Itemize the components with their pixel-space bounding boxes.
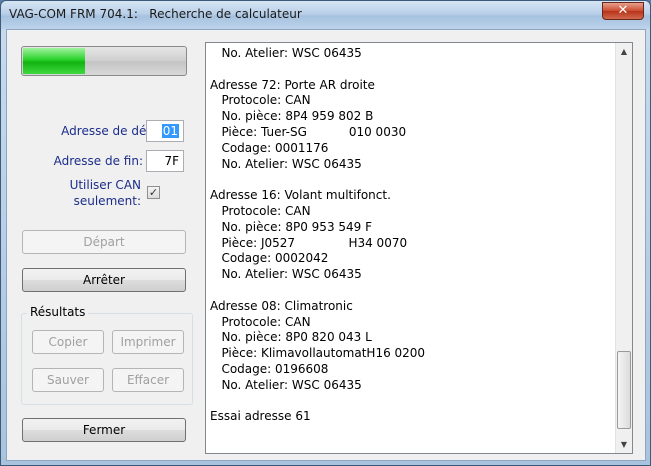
scroll-up-arrow-icon[interactable]: ▲ [616, 43, 632, 60]
results-line: Adresse 72: Porte AR droite [210, 77, 375, 92]
results-line [210, 62, 615, 78]
results-line [210, 394, 615, 410]
results-line: Codage: 0001176 [210, 140, 329, 155]
scroll-thumb[interactable] [617, 351, 631, 429]
results-line: Pièce: Tuer-SG 010 0030 [210, 124, 407, 139]
progress-fill [23, 48, 86, 74]
start-button[interactable]: Départ [22, 230, 186, 254]
scroll-down-arrow-icon[interactable]: ▼ [616, 436, 632, 453]
results-line: Protocole: CAN [210, 93, 311, 108]
start-address-input[interactable]: 01 [146, 120, 184, 142]
results-line: Protocole: CAN [210, 203, 311, 218]
results-textbox[interactable]: No. Atelier: WSC 06435 Adresse 72: Porte… [205, 42, 633, 454]
main-window: VAG-COM FRM 704.1: Recherche de calculat… [0, 0, 651, 466]
results-line: No. pièce: 8P0 953 549 F [210, 219, 373, 234]
results-text: No. Atelier: WSC 06435 Adresse 72: Porte… [210, 46, 615, 425]
check-icon: ✓ [148, 186, 159, 199]
results-line: Pièce: J0527 H34 0070 [210, 235, 408, 250]
results-line: No. pièce: 8P0 820 043 L [210, 330, 372, 345]
stop-button[interactable]: Arrêter [22, 268, 186, 292]
results-group-label: Résultats [27, 305, 89, 319]
print-button[interactable]: Imprimer [112, 330, 184, 354]
results-line: Adresse 08: Climatronic [210, 298, 353, 313]
end-address-input[interactable]: 7F [146, 150, 184, 172]
results-line: No. Atelier: WSC 06435 [210, 377, 362, 392]
can-only-label-line2: seulement: [73, 194, 141, 208]
client-area: Adresse de départ: 01 Adresse de fin: 7F… [6, 29, 646, 461]
close-button[interactable]: Fermer [22, 418, 186, 442]
copy-button[interactable]: Copier [32, 330, 104, 354]
window-title: VAG-COM FRM 704.1: Recherche de calculat… [9, 7, 302, 21]
results-line: Adresse 16: Volant multifonct. [210, 188, 391, 203]
results-line: No. Atelier: WSC 06435 [210, 267, 362, 282]
close-icon: ✕ [617, 3, 629, 18]
results-line [210, 283, 615, 299]
window-close-button[interactable]: ✕ [602, 2, 644, 20]
can-only-checkbox[interactable]: ✓ [147, 186, 160, 199]
results-line: No. Atelier: WSC 06435 [210, 156, 362, 171]
results-line: No. Atelier: WSC 06435 [210, 46, 362, 60]
clear-button[interactable]: Effacer [112, 368, 184, 392]
results-scrollbar[interactable]: ▲ ▼ [615, 43, 632, 453]
save-button[interactable]: Sauver [32, 368, 104, 392]
results-line: Pièce: KlimavollautomatH16 0200 [210, 346, 426, 361]
can-only-label-line1: Utiliser CAN [69, 178, 141, 192]
end-address-label: Adresse de fin: [53, 154, 143, 168]
results-line: Codage: 0196608 [210, 361, 329, 376]
title-bar[interactable]: VAG-COM FRM 704.1: Recherche de calculat… [1, 1, 650, 29]
results-line: Essai adresse 61 [210, 409, 311, 424]
start-address-value: 01 [161, 124, 179, 138]
results-line: No. pièce: 8P4 959 802 B [210, 109, 374, 124]
scan-progress-bar [21, 46, 187, 76]
results-line [210, 172, 615, 188]
results-line: Codage: 0002042 [210, 251, 329, 266]
results-line: Protocole: CAN [210, 314, 311, 329]
